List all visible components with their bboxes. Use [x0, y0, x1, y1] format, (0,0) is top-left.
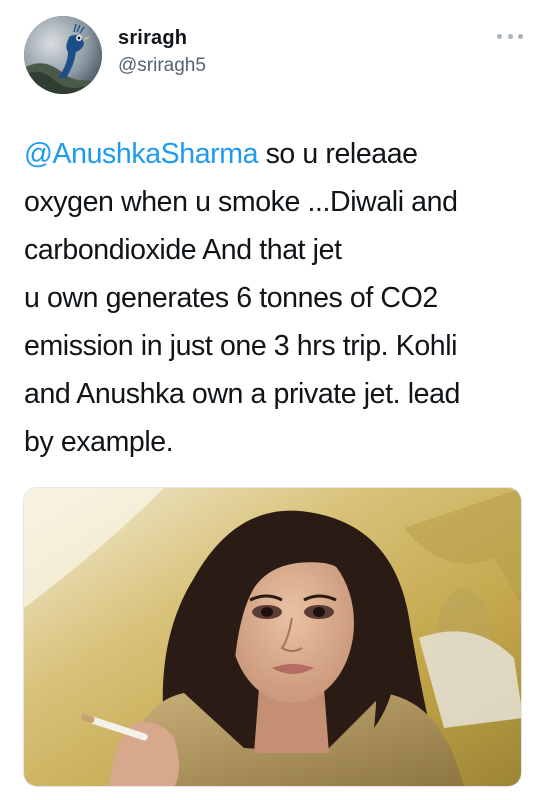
woman-smoking-photo	[24, 488, 521, 786]
tweet-line-2: oxygen when u smoke ...Diwali and	[24, 186, 458, 218]
tweet-line-6: and Anushka own a private jet. lead	[24, 378, 460, 410]
tweet-line-5: emission in just one 3 hrs trip. Kohli	[24, 330, 458, 362]
tweet-line-1: @AnushkaSharma so u releaae	[24, 130, 529, 178]
tweet-line-1-rest: so u releaae	[258, 138, 418, 170]
tweet-line-4: u own generates 6 tonnes of CO2	[24, 282, 438, 314]
more-dot	[518, 33, 523, 39]
more-horizontal-icon[interactable]	[497, 30, 523, 42]
peacock-avatar-image	[24, 16, 102, 94]
mention-link[interactable]: @AnushkaSharma	[24, 138, 258, 170]
user-names: sriragh @sriragh5	[118, 26, 206, 77]
tweet-line-3: carbondioxide And that jet	[24, 234, 342, 266]
tweet-media-photo[interactable]	[23, 487, 522, 787]
display-name[interactable]: sriragh	[118, 26, 206, 50]
tweet-text: @AnushkaSharma so u releaae oxygen when …	[24, 130, 529, 466]
tweet-line-7: by example.	[24, 426, 174, 458]
tweet-card: sriragh @sriragh5 @AnushkaSharma so u re…	[0, 0, 545, 800]
avatar[interactable]	[24, 16, 102, 94]
user-handle[interactable]: @sriragh5	[118, 55, 206, 77]
more-dot	[507, 33, 513, 39]
more-dot	[497, 33, 502, 39]
